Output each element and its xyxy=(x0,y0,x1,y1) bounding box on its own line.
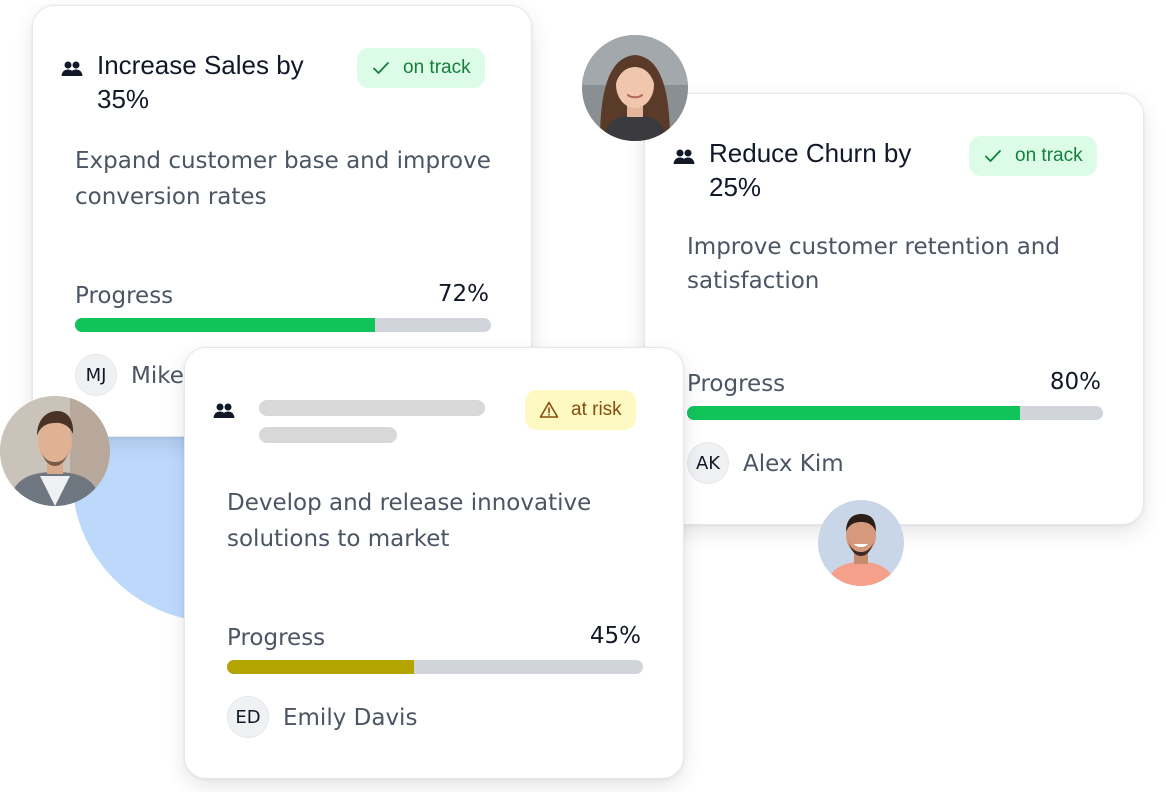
check-icon xyxy=(983,146,1003,166)
owner-avatar: AK xyxy=(687,442,729,484)
goal-title: Increase Sales by 35% xyxy=(97,50,304,114)
team-icon xyxy=(673,148,695,166)
user-photo-woman xyxy=(582,35,688,141)
title-placeholder-line xyxy=(259,427,397,443)
owner-avatar: ED xyxy=(227,696,269,738)
progress-bar xyxy=(687,406,1103,420)
goal-description: Expand customer base and improve convers… xyxy=(75,148,491,210)
status-label: on track xyxy=(403,57,471,78)
status-badge: at risk xyxy=(525,390,636,430)
progress-fill xyxy=(227,660,415,674)
progress-value: 72% xyxy=(437,281,489,307)
goal-title: Reduce Churn by 25% xyxy=(709,138,912,202)
status-label: on track xyxy=(1015,145,1083,166)
progress-value: 80% xyxy=(1049,369,1101,395)
progress-fill xyxy=(75,318,375,332)
owner-name: Alex Kim xyxy=(743,451,844,477)
status-label: at risk xyxy=(571,399,622,420)
progress-fill xyxy=(687,406,1020,420)
progress-value: 45% xyxy=(589,623,641,649)
progress-bar xyxy=(75,318,491,332)
progress-label: Progress xyxy=(75,283,174,309)
goal-description: Develop and release innovative solutions… xyxy=(227,490,592,552)
owner-name: Mike xyxy=(131,363,184,389)
title-placeholder-line xyxy=(259,400,485,416)
user-photo-man-right xyxy=(818,500,904,586)
status-badge: on track xyxy=(969,136,1097,176)
owner-avatar: MJ xyxy=(75,354,117,396)
warning-icon xyxy=(539,400,559,420)
progress-label: Progress xyxy=(227,625,326,651)
progress-label: Progress xyxy=(687,371,786,397)
user-photo-man-left xyxy=(0,396,110,506)
goal-description: Improve customer retention and satisfact… xyxy=(687,234,1060,294)
team-icon xyxy=(213,402,235,420)
owner-name: Emily Davis xyxy=(283,705,418,731)
team-icon xyxy=(61,60,83,78)
status-badge: on track xyxy=(357,48,485,88)
progress-bar xyxy=(227,660,643,674)
goal-card-innovation[interactable]: at risk Develop and release innovative s… xyxy=(184,347,684,779)
goal-card-reduce-churn[interactable]: Reduce Churn by 25% on track Improve cus… xyxy=(644,93,1144,525)
check-icon xyxy=(371,58,391,78)
